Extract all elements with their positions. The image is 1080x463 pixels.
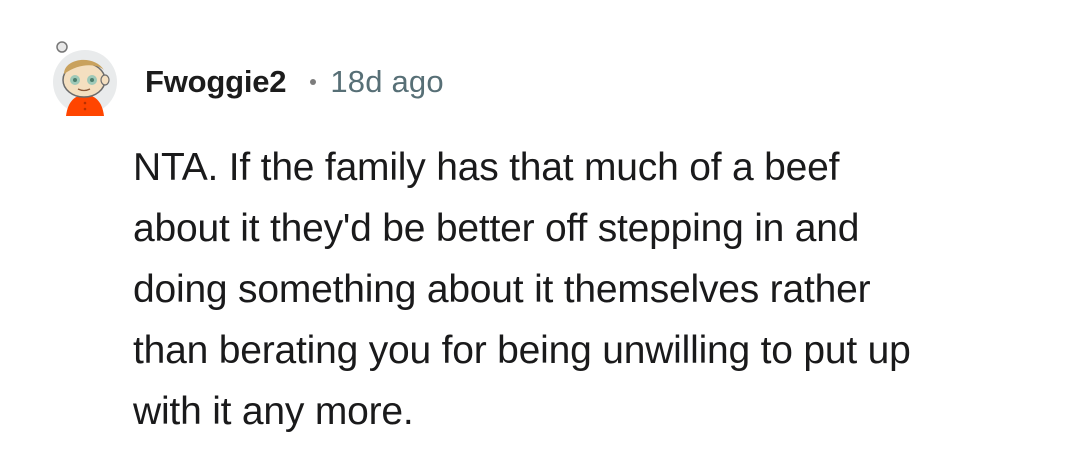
- separator-dot: [310, 79, 317, 85]
- comment-body-line: than berating you for being unwilling to…: [133, 329, 911, 372]
- comment-body-line: with it any more.: [133, 390, 414, 433]
- comment-header: Fwoggie2 18d ago: [145, 62, 444, 102]
- comment-body: NTA. If the family has that much of a be…: [133, 137, 1033, 442]
- snoo-avatar-icon: [53, 41, 117, 116]
- comment-body-line: about it they'd be better off stepping i…: [133, 207, 860, 250]
- comment-body-line: doing something about it themselves rath…: [133, 268, 871, 311]
- comment-body-line: NTA. If the family has that much of a be…: [133, 146, 840, 189]
- comment: Fwoggie2 18d ago NTA. If the family has …: [0, 0, 1080, 463]
- user-avatar[interactable]: [50, 40, 120, 116]
- author-username[interactable]: Fwoggie2: [145, 64, 287, 100]
- comment-timestamp[interactable]: 18d ago: [330, 64, 443, 100]
